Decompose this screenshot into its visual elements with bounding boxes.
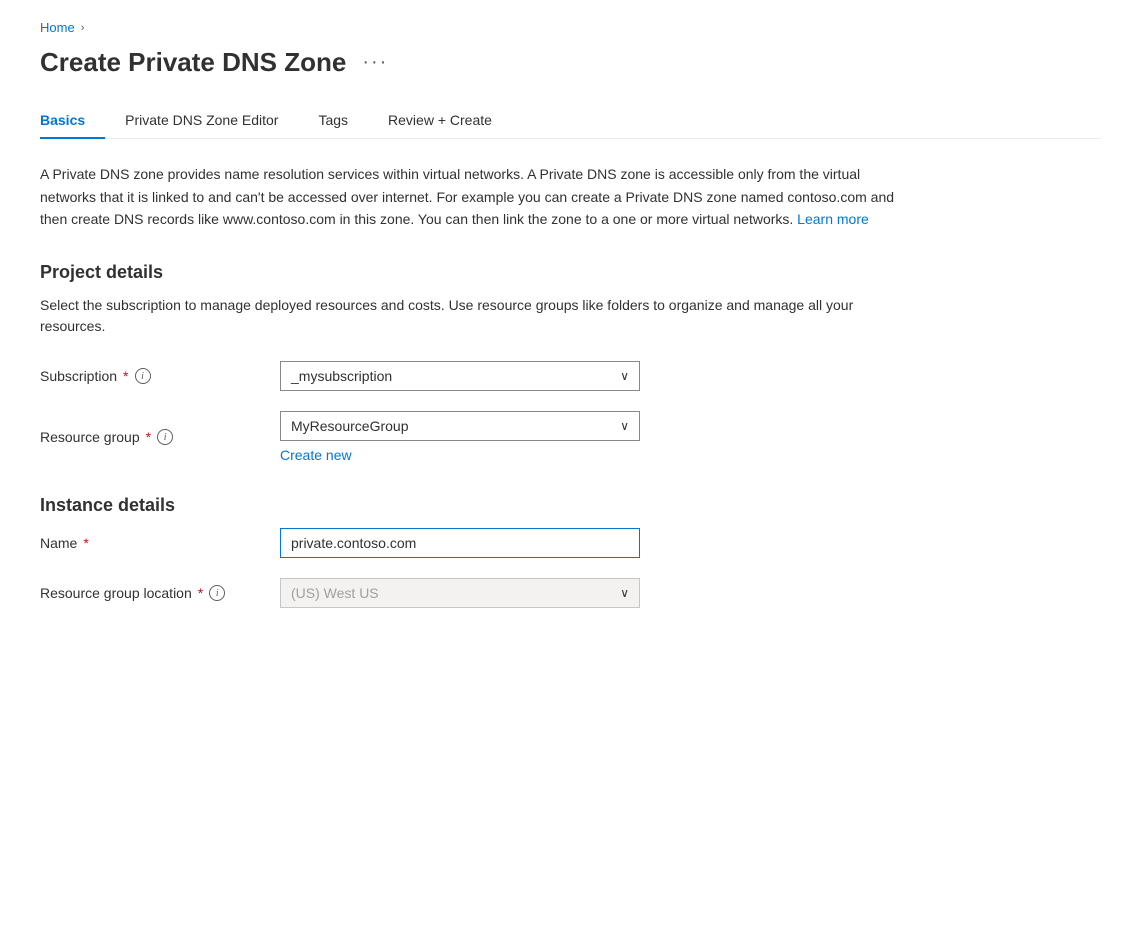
location-row: Resource group location * i (US) West US… (40, 578, 1101, 608)
subscription-label: Subscription * i (40, 368, 260, 384)
project-details-section: Project details Select the subscription … (40, 262, 1101, 463)
location-chevron: ∨ (620, 586, 629, 600)
tab-tags[interactable]: Tags (298, 102, 368, 138)
learn-more-link[interactable]: Learn more (797, 211, 869, 227)
project-details-description: Select the subscription to manage deploy… (40, 295, 920, 337)
create-new-link[interactable]: Create new (280, 447, 640, 463)
location-dropdown[interactable]: (US) West US ∨ (280, 578, 640, 608)
name-row: Name * (40, 528, 1101, 558)
breadcrumb-separator: › (81, 22, 85, 34)
subscription-control: _mysubscription ∨ (280, 361, 640, 391)
subscription-row: Subscription * i _mysubscription ∨ (40, 361, 1101, 391)
description-box: A Private DNS zone provides name resolut… (40, 163, 920, 230)
resource-group-row: Resource group * i MyResourceGroup ∨ Cre… (40, 411, 1101, 463)
subscription-value: _mysubscription (291, 368, 392, 384)
location-info-icon[interactable]: i (209, 585, 225, 601)
ellipsis-button[interactable]: ··· (358, 51, 392, 74)
subscription-required: * (123, 368, 128, 384)
tab-dns-zone-editor[interactable]: Private DNS Zone Editor (105, 102, 298, 138)
resource-group-chevron: ∨ (620, 419, 629, 433)
tab-basics[interactable]: Basics (40, 102, 105, 138)
page-title-row: Create Private DNS Zone ··· (40, 47, 1101, 78)
instance-details-title: Instance details (40, 495, 1101, 516)
description-text: A Private DNS zone provides name resolut… (40, 166, 894, 227)
tab-review-create[interactable]: Review + Create (368, 102, 512, 138)
location-control: (US) West US ∨ (280, 578, 640, 608)
resource-group-info-icon[interactable]: i (157, 429, 173, 445)
subscription-chevron: ∨ (620, 369, 629, 383)
subscription-dropdown[interactable]: _mysubscription ∨ (280, 361, 640, 391)
name-input[interactable] (280, 528, 640, 558)
tab-bar: Basics Private DNS Zone Editor Tags Revi… (40, 102, 1101, 139)
name-label: Name * (40, 535, 260, 551)
resource-group-dropdown[interactable]: MyResourceGroup ∨ (280, 411, 640, 441)
name-required: * (83, 535, 88, 551)
subscription-info-icon[interactable]: i (135, 368, 151, 384)
resource-group-control: MyResourceGroup ∨ Create new (280, 411, 640, 463)
resource-group-label: Resource group * i (40, 429, 260, 445)
breadcrumb-home-link[interactable]: Home (40, 20, 75, 35)
resource-group-value: MyResourceGroup (291, 418, 409, 434)
location-value: (US) West US (291, 585, 379, 601)
location-label: Resource group location * i (40, 585, 260, 601)
resource-group-required: * (146, 429, 151, 445)
name-control (280, 528, 640, 558)
location-required: * (198, 585, 203, 601)
project-details-title: Project details (40, 262, 1101, 283)
page-title: Create Private DNS Zone (40, 47, 346, 78)
breadcrumb: Home › (40, 20, 1101, 35)
instance-details-section: Instance details Name * Resource group l… (40, 495, 1101, 608)
